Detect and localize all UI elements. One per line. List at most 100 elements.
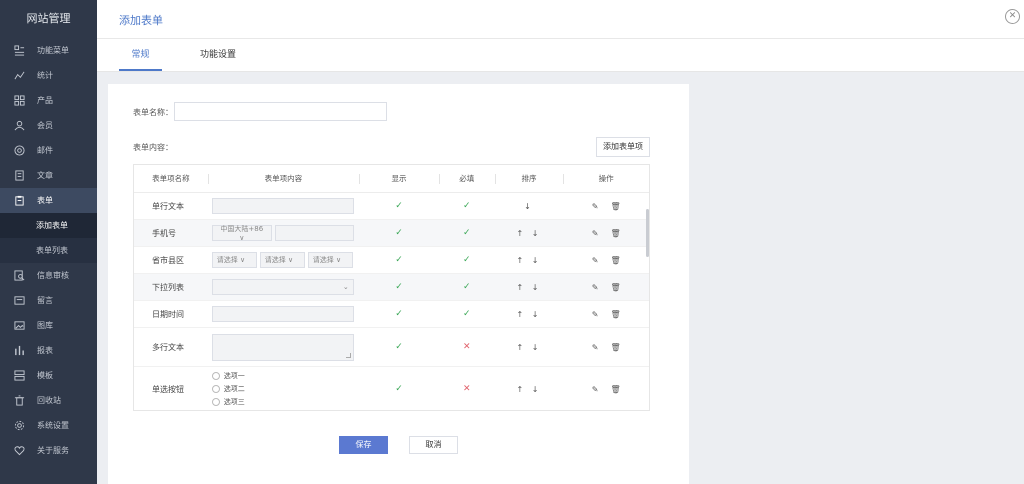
- sidebar-item-products[interactable]: 产品: [0, 88, 97, 113]
- field-preview: 中国大陆+86 ∨: [208, 220, 359, 246]
- table-row: 多行文本 ✓ ✕ ↑ ↓ ✎ 🗑: [134, 328, 649, 367]
- required-check[interactable]: ✓: [439, 247, 495, 273]
- radio-circle-icon: [211, 385, 220, 393]
- bar-chart-icon: [13, 345, 25, 357]
- sort-arrows[interactable]: ↑ ↓: [495, 220, 564, 246]
- show-check[interactable]: ✓: [359, 247, 439, 273]
- edit-icon[interactable]: ✎: [592, 310, 599, 319]
- sort-arrows[interactable]: ↑ ↓: [495, 301, 564, 327]
- table-row: 省市县区 请选择 ∨ 请选择 ∨ 请选择 ∨ ✓ ✓ ↑ ↓ ✎ 🗑: [134, 247, 649, 274]
- form-name-input[interactable]: [174, 102, 387, 121]
- add-field-button[interactable]: 添加表单项: [596, 137, 650, 157]
- sidebar-subitem-add-form[interactable]: 添加表单: [0, 213, 97, 238]
- sidebar-item-label: 邮件: [37, 146, 53, 155]
- table-scrollbar[interactable]: [646, 209, 649, 257]
- province-select: 请选择 ∨: [211, 252, 257, 268]
- sidebar-item-recycle[interactable]: 回收站: [0, 388, 97, 413]
- sidebar-item-reports[interactable]: 报表: [0, 338, 97, 363]
- sidebar-item-label: 产品: [37, 96, 53, 105]
- required-check[interactable]: ✓: [439, 220, 495, 246]
- column-header: 必填: [438, 165, 495, 192]
- sidebar-item-about[interactable]: 关于服务: [0, 438, 97, 463]
- sidebar-item-gallery[interactable]: 图库: [0, 313, 97, 338]
- save-button[interactable]: 保存: [339, 436, 388, 454]
- heart-icon: [13, 445, 25, 457]
- radio-circle-icon: [211, 398, 220, 406]
- row-actions: ✎ 🗑: [563, 301, 649, 327]
- required-cross[interactable]: ✕: [439, 367, 495, 410]
- sidebar-item-label: 会员: [37, 121, 53, 130]
- row-actions: ✎ 🗑: [563, 220, 649, 246]
- user-icon: [13, 120, 25, 132]
- edit-icon[interactable]: ✎: [592, 283, 599, 292]
- document-icon: [13, 170, 25, 182]
- sidebar-item-label: 系统设置: [37, 421, 69, 430]
- field-name: 多行文本: [152, 342, 184, 352]
- required-check[interactable]: ✓: [439, 274, 495, 300]
- sort-arrows[interactable]: ↑ ↓: [495, 367, 564, 410]
- edit-icon[interactable]: ✎: [592, 202, 599, 211]
- edit-icon[interactable]: ✎: [592, 385, 599, 394]
- required-check[interactable]: ✓: [439, 301, 495, 327]
- delete-icon[interactable]: 🗑: [610, 202, 620, 211]
- row-actions: ✎ 🗑: [563, 367, 649, 410]
- column-header: 排序: [494, 165, 564, 192]
- edit-icon[interactable]: ✎: [592, 229, 599, 238]
- page-header: 添加表单 ✕: [97, 0, 1024, 39]
- tab-bar: 常规 功能设置: [97, 39, 1024, 72]
- grid-icon: [13, 95, 25, 107]
- delete-icon[interactable]: 🗑: [610, 229, 620, 238]
- sidebar-item-messages[interactable]: 留言: [0, 288, 97, 313]
- column-header: 表单项内容: [207, 165, 359, 192]
- sidebar-item-templates[interactable]: 模板: [0, 363, 97, 388]
- sidebar-item-label: 回收站: [37, 396, 61, 405]
- sort-arrows[interactable]: ↑ ↓: [495, 274, 564, 300]
- show-check[interactable]: ✓: [359, 193, 439, 219]
- row-actions: ✎ 🗑: [563, 247, 649, 273]
- sidebar-item-menu[interactable]: 功能菜单: [0, 38, 97, 63]
- show-check[interactable]: ✓: [359, 274, 439, 300]
- phone-input: [274, 225, 354, 241]
- required-check[interactable]: ✓: [439, 193, 495, 219]
- show-check[interactable]: ✓: [359, 328, 439, 366]
- delete-icon[interactable]: 🗑: [610, 310, 620, 319]
- edit-icon[interactable]: ✎: [592, 256, 599, 265]
- city-select: 请选择 ∨: [259, 252, 305, 268]
- edit-icon[interactable]: ✎: [592, 343, 599, 352]
- show-check[interactable]: ✓: [359, 367, 439, 410]
- table-row: 单选按钮 选项一 选项二 选项三 ✓ ✕ ↑ ↓ ✎ 🗑: [134, 367, 649, 410]
- sort-arrows[interactable]: ↑ ↓: [495, 328, 564, 366]
- delete-icon[interactable]: 🗑: [610, 343, 620, 352]
- field-preview: [208, 328, 359, 366]
- delete-icon[interactable]: 🗑: [610, 283, 620, 292]
- sidebar-item-articles[interactable]: 文章: [0, 163, 97, 188]
- show-check[interactable]: ✓: [359, 301, 439, 327]
- table-row: 单行文本 ✓ ✓ ↓ ✎ 🗑: [134, 193, 649, 220]
- sidebar-item-settings[interactable]: 系统设置: [0, 413, 97, 438]
- required-cross[interactable]: ✕: [439, 328, 495, 366]
- sidebar-item-mail[interactable]: 邮件: [0, 138, 97, 163]
- delete-icon[interactable]: 🗑: [610, 385, 620, 394]
- sort-arrows[interactable]: ↓: [495, 193, 564, 219]
- sidebar-subitem-form-list[interactable]: 表单列表: [0, 238, 97, 263]
- sidebar-item-forms[interactable]: 表单: [0, 188, 97, 213]
- delete-icon[interactable]: 🗑: [610, 256, 620, 265]
- form-card: 表单名称： 表单内容： 添加表单项 表单项名称 表单项内容 显示 必填 排序 操…: [108, 84, 689, 484]
- sidebar-item-stats[interactable]: 统计: [0, 63, 97, 88]
- preview-textarea: [211, 333, 354, 361]
- sidebar-item-label: 关于服务: [37, 446, 69, 455]
- close-icon[interactable]: ✕: [1005, 9, 1020, 24]
- tab-function-settings[interactable]: 功能设置: [193, 39, 243, 71]
- column-header: 表单项名称: [152, 174, 190, 183]
- sidebar-item-review[interactable]: 信息审核: [0, 263, 97, 288]
- field-name: 日期时间: [152, 309, 184, 319]
- preview-input: [211, 198, 354, 214]
- sort-arrows[interactable]: ↑ ↓: [495, 247, 564, 273]
- sidebar-item-members[interactable]: 会员: [0, 113, 97, 138]
- tab-general[interactable]: 常规: [119, 39, 162, 71]
- cancel-button[interactable]: 取消: [409, 436, 458, 454]
- search-doc-icon: [13, 270, 25, 282]
- radio-option: 选项三: [211, 397, 245, 407]
- show-check[interactable]: ✓: [359, 220, 439, 246]
- field-preview: [208, 301, 359, 327]
